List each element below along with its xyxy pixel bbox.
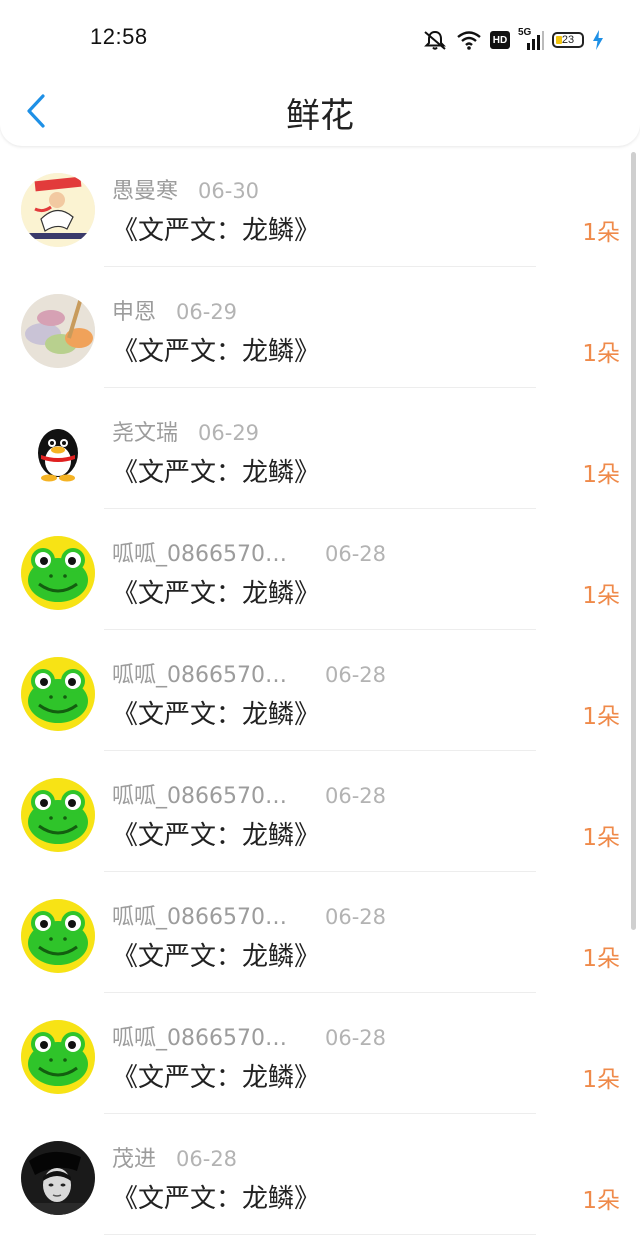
status-time: 12:58	[90, 24, 148, 49]
date: 06-28	[325, 784, 387, 808]
book-title: 《文严文：龙鳞》	[112, 579, 321, 609]
book-title: 《文严文：龙鳞》	[112, 821, 321, 851]
user-name: 呱呱_08665706...	[112, 784, 297, 809]
flower-count: 1朵	[582, 704, 620, 730]
date: 06-29	[198, 421, 260, 445]
frog-avatar	[21, 1020, 95, 1094]
flower-count: 1朵	[582, 220, 620, 246]
frog-avatar	[21, 899, 95, 973]
user-name: 尧文瑞	[112, 421, 179, 446]
user-name: 呱呱_08665706...	[112, 542, 297, 567]
user-name: 申恩	[112, 300, 157, 325]
flower-count: 1朵	[582, 583, 620, 609]
frog-avatar	[21, 536, 95, 610]
user-name: 呱呱_08665706...	[112, 663, 297, 688]
list-item[interactable]: 呱呱_08665706... 06-28 《文严文：龙鳞》 1朵	[0, 993, 640, 1114]
flower-list: 愚曼寒 06-30 《文严文：龙鳞》 1朵 申恩 06-29 《文严文：龙鳞》 …	[0, 146, 640, 1240]
date: 06-28	[176, 1147, 238, 1171]
user-name: 茂进	[112, 1147, 157, 1172]
date: 06-30	[198, 179, 260, 203]
date: 06-28	[325, 1026, 387, 1050]
signal-icon: 5G	[518, 27, 544, 51]
status-icons: HD 5G 23	[422, 24, 604, 56]
flower-count: 1朵	[582, 946, 620, 972]
book-title: 《文严文：龙鳞》	[112, 700, 321, 730]
date: 06-28	[325, 663, 387, 687]
bw-photo-avatar	[21, 1141, 95, 1215]
list-item[interactable]: 愚曼寒 06-30 《文严文：龙鳞》 1朵	[0, 146, 640, 267]
book-title: 《文严文：龙鳞》	[112, 1063, 321, 1093]
wifi-icon	[456, 30, 482, 50]
mute-bell-icon	[422, 29, 448, 51]
list-item[interactable]: 尧文瑞 06-29 《文严文：龙鳞》 1朵	[0, 388, 640, 509]
list-item[interactable]: 呱呱_08665706... 06-28 《文严文：龙鳞》 1朵	[0, 872, 640, 993]
list-item[interactable]: 茂进 06-28 《文严文：龙鳞》 1朵	[0, 1114, 640, 1235]
user-name: 呱呱_08665706...	[112, 1026, 297, 1051]
user-name: 呱呱_08665706...	[112, 905, 297, 930]
frog-avatar	[21, 657, 95, 731]
cartoon-avatar	[21, 173, 95, 247]
book-title: 《文严文：龙鳞》	[112, 942, 321, 972]
date: 06-28	[325, 542, 387, 566]
list-item[interactable]: 呱呱_08665706... 06-28 《文严文：龙鳞》 1朵	[0, 630, 640, 751]
user-name: 愚曼寒	[112, 179, 179, 204]
flower-count: 1朵	[582, 341, 620, 367]
date: 06-28	[325, 905, 387, 929]
list-item[interactable]: 呱呱_08665706... 06-28 《文严文：龙鳞》 1朵	[0, 509, 640, 630]
flower-count: 1朵	[582, 1188, 620, 1214]
book-title: 《文严文：龙鳞》	[112, 458, 321, 488]
flower-count: 1朵	[582, 462, 620, 488]
flower-count: 1朵	[582, 825, 620, 851]
hd-icon: HD	[490, 31, 510, 49]
penguin-avatar	[21, 415, 95, 489]
book-title: 《文严文：龙鳞》	[112, 337, 321, 367]
battery-icon: 23	[552, 32, 584, 48]
list-item[interactable]: 申恩 06-29 《文严文：龙鳞》 1朵	[0, 267, 640, 388]
flower-count: 1朵	[582, 1067, 620, 1093]
page-title: 鲜花	[286, 96, 354, 136]
book-title: 《文严文：龙鳞》	[112, 216, 321, 246]
frog-avatar	[21, 778, 95, 852]
charging-icon	[592, 30, 604, 50]
date: 06-29	[176, 300, 238, 324]
scrollbar[interactable]	[631, 152, 636, 930]
book-title: 《文严文：龙鳞》	[112, 1184, 321, 1214]
photo-avatar	[21, 294, 95, 368]
divider	[104, 1234, 536, 1235]
header-bar: 12:58 HD 5G 23 鲜花	[0, 0, 640, 146]
list-item[interactable]: 呱呱_08665706... 06-28 《文严文：龙鳞》 1朵	[0, 751, 640, 872]
